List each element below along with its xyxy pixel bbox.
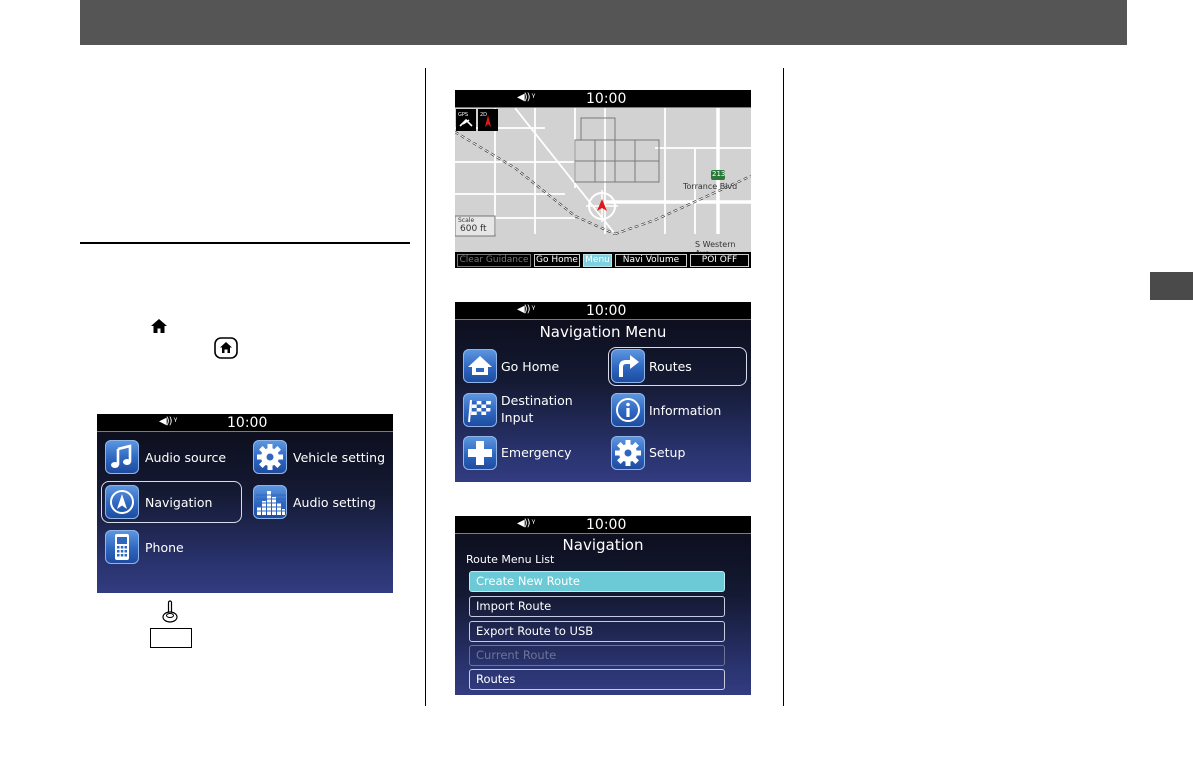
speaker-signal-icon: ◀)) ᵞ (159, 416, 177, 427)
emergency-tile[interactable] (463, 436, 497, 470)
section-tab (1150, 272, 1193, 300)
speaker-signal-icon: ◀)) ᵞ (517, 518, 535, 529)
audio-setting-tile[interactable] (253, 485, 287, 519)
go-home-tile[interactable] (463, 349, 497, 383)
page-header-bar (80, 0, 1127, 45)
poi-off-button[interactable]: POI OFF (690, 254, 749, 267)
setup-label: Setup (649, 445, 686, 460)
svg-text:2D: 2D (480, 112, 487, 118)
vehicle-setting-label: Vehicle setting (293, 450, 386, 465)
status-bar: ◀)) ᵞ 10:00 (455, 302, 751, 320)
status-time: 10:00 (586, 303, 627, 319)
home-button-icon (214, 337, 238, 359)
menu-button-symbol (150, 628, 192, 648)
column-divider-left (425, 68, 426, 706)
joystick-icon (162, 600, 178, 623)
route-menu-title: Navigation (562, 536, 644, 554)
vehicle-setting-tile[interactable] (253, 440, 287, 474)
phone-icon (115, 534, 129, 560)
navigation-tile[interactable] (105, 485, 139, 519)
status-bar: ◀)) ᵞ 10:00 (97, 414, 393, 432)
navigation-menu-screen: ◀)) ᵞ 10:00 Navigation Menu Go Home Rout… (455, 302, 751, 482)
status-time: 10:00 (227, 415, 268, 431)
info-icon (616, 398, 640, 422)
routes-item[interactable]: Routes (469, 669, 725, 690)
column-divider-right (783, 68, 784, 706)
checkered-flag-icon (468, 399, 491, 423)
map-button-bar: Clear Guidance Go Home Menu Navi Volume … (455, 252, 751, 268)
route-menu-screen: ◀)) ᵞ 10:00 Navigation Route Menu List C… (455, 516, 751, 695)
destination-input-label-line2: Input (501, 410, 534, 425)
gps-compass-icons[interactable]: GPS 2D (456, 109, 500, 131)
audio-source-tile[interactable] (105, 440, 139, 474)
turn-arrow-icon (619, 355, 639, 377)
create-new-route-item[interactable]: Create New Route (469, 571, 725, 592)
export-route-to-usb-item[interactable]: Export Route to USB (469, 621, 725, 642)
section-rule (80, 242, 410, 244)
emergency-label: Emergency (501, 445, 572, 460)
map-screen: ◀)) ᵞ 10:00 213 Torrance Blvd S Western … (455, 90, 751, 268)
scale-caption: Scale (458, 217, 475, 224)
home-screen: ◀)) ᵞ 10:00 Audio source Vehicle setting… (97, 414, 393, 593)
speaker-signal-icon: ◀)) ᵞ (517, 92, 535, 103)
destination-input-tile[interactable] (463, 393, 497, 427)
current-route-item: Current Route (469, 645, 725, 666)
map-view[interactable]: 213 Torrance Blvd S Western Ave Scale 60… (455, 107, 751, 258)
go-home-button[interactable]: Go Home (534, 254, 580, 267)
equalizer-icon (256, 491, 286, 515)
navigation-label: Navigation (145, 495, 213, 510)
information-tile[interactable] (611, 393, 645, 427)
phone-tile[interactable] (105, 530, 139, 564)
highway-shield: 213 (712, 170, 726, 178)
clear-guidance-button[interactable]: Clear Guidance (457, 254, 531, 267)
scale-value: 600 ft (460, 224, 487, 234)
street-label-torrance: Torrance Blvd (683, 182, 738, 191)
status-bar: ◀)) ᵞ 10:00 (455, 516, 751, 534)
destination-input-label-line1: Destination (501, 393, 573, 408)
audio-source-label: Audio source (145, 450, 227, 465)
svg-text:GPS: GPS (458, 112, 468, 118)
plus-icon (468, 441, 492, 465)
phone-label: Phone (145, 540, 184, 555)
navi-volume-button[interactable]: Navi Volume (615, 254, 687, 267)
information-label: Information (649, 403, 722, 418)
music-note-icon (111, 444, 132, 468)
go-home-label: Go Home (501, 359, 560, 374)
routes-tile[interactable] (611, 349, 645, 383)
route-menu-subtitle: Route Menu List (466, 553, 555, 566)
speaker-signal-icon: ◀)) ᵞ (517, 304, 535, 315)
status-time: 10:00 (586, 91, 627, 107)
setup-tile[interactable] (611, 436, 645, 470)
status-bar: ◀)) ᵞ 10:00 (455, 90, 751, 108)
import-route-item[interactable]: Import Route (469, 596, 725, 617)
gear-icon (615, 440, 641, 466)
menu-button[interactable]: Menu (583, 254, 612, 267)
house-icon (468, 356, 492, 375)
gear-icon (257, 444, 283, 470)
compass-icon (110, 490, 134, 514)
routes-label: Routes (649, 359, 692, 374)
audio-setting-label: Audio setting (293, 495, 376, 510)
nav-menu-title: Navigation Menu (539, 323, 667, 341)
home-icon (151, 319, 167, 333)
status-time: 10:00 (586, 517, 627, 533)
